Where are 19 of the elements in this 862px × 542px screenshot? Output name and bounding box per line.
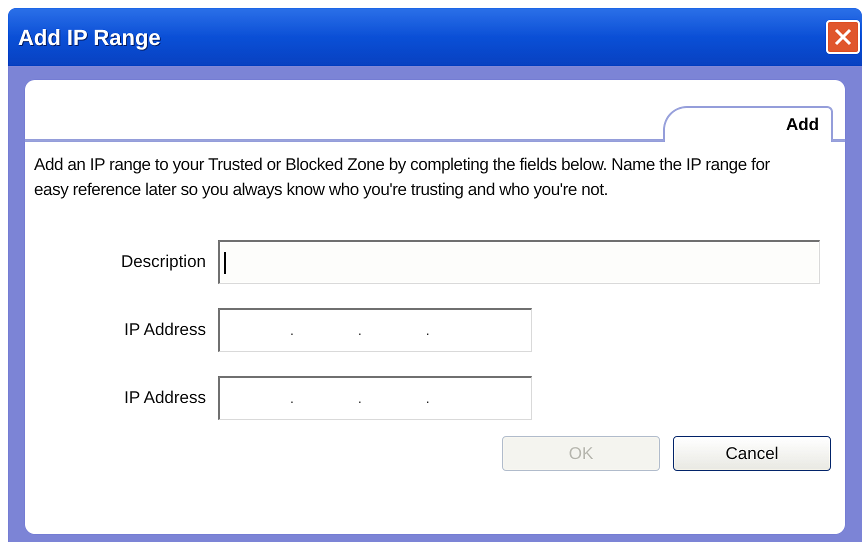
ip-address-field[interactable]: . . . (218, 308, 532, 352)
text-cursor (224, 252, 226, 274)
octet-separator: . (426, 321, 430, 340)
octet-separator: . (290, 389, 294, 408)
tab[interactable]: Add (663, 106, 833, 142)
intro-text: Add an IP range to your Trusted or Blocked Zone by completing the fields below. Name the IP range for easy reference later so you always know who you're trusting and who you're not. (33, 154, 771, 201)
octet-separator: . (358, 389, 362, 408)
close-button[interactable] (826, 20, 860, 54)
field-label: IP Address (123, 319, 207, 342)
octet-separator: . (290, 321, 294, 340)
window-title: Add IP Range (18, 24, 161, 52)
dialog-button[interactable]: Cancel (673, 436, 831, 471)
octet-separator: . (426, 389, 430, 408)
octet-separator: . (358, 321, 362, 340)
ip-address-field[interactable]: . . . (218, 376, 532, 420)
close-icon (833, 27, 853, 47)
description-field[interactable] (218, 240, 820, 284)
field-label: IP Address (123, 387, 207, 410)
field-label: Description (120, 251, 207, 274)
